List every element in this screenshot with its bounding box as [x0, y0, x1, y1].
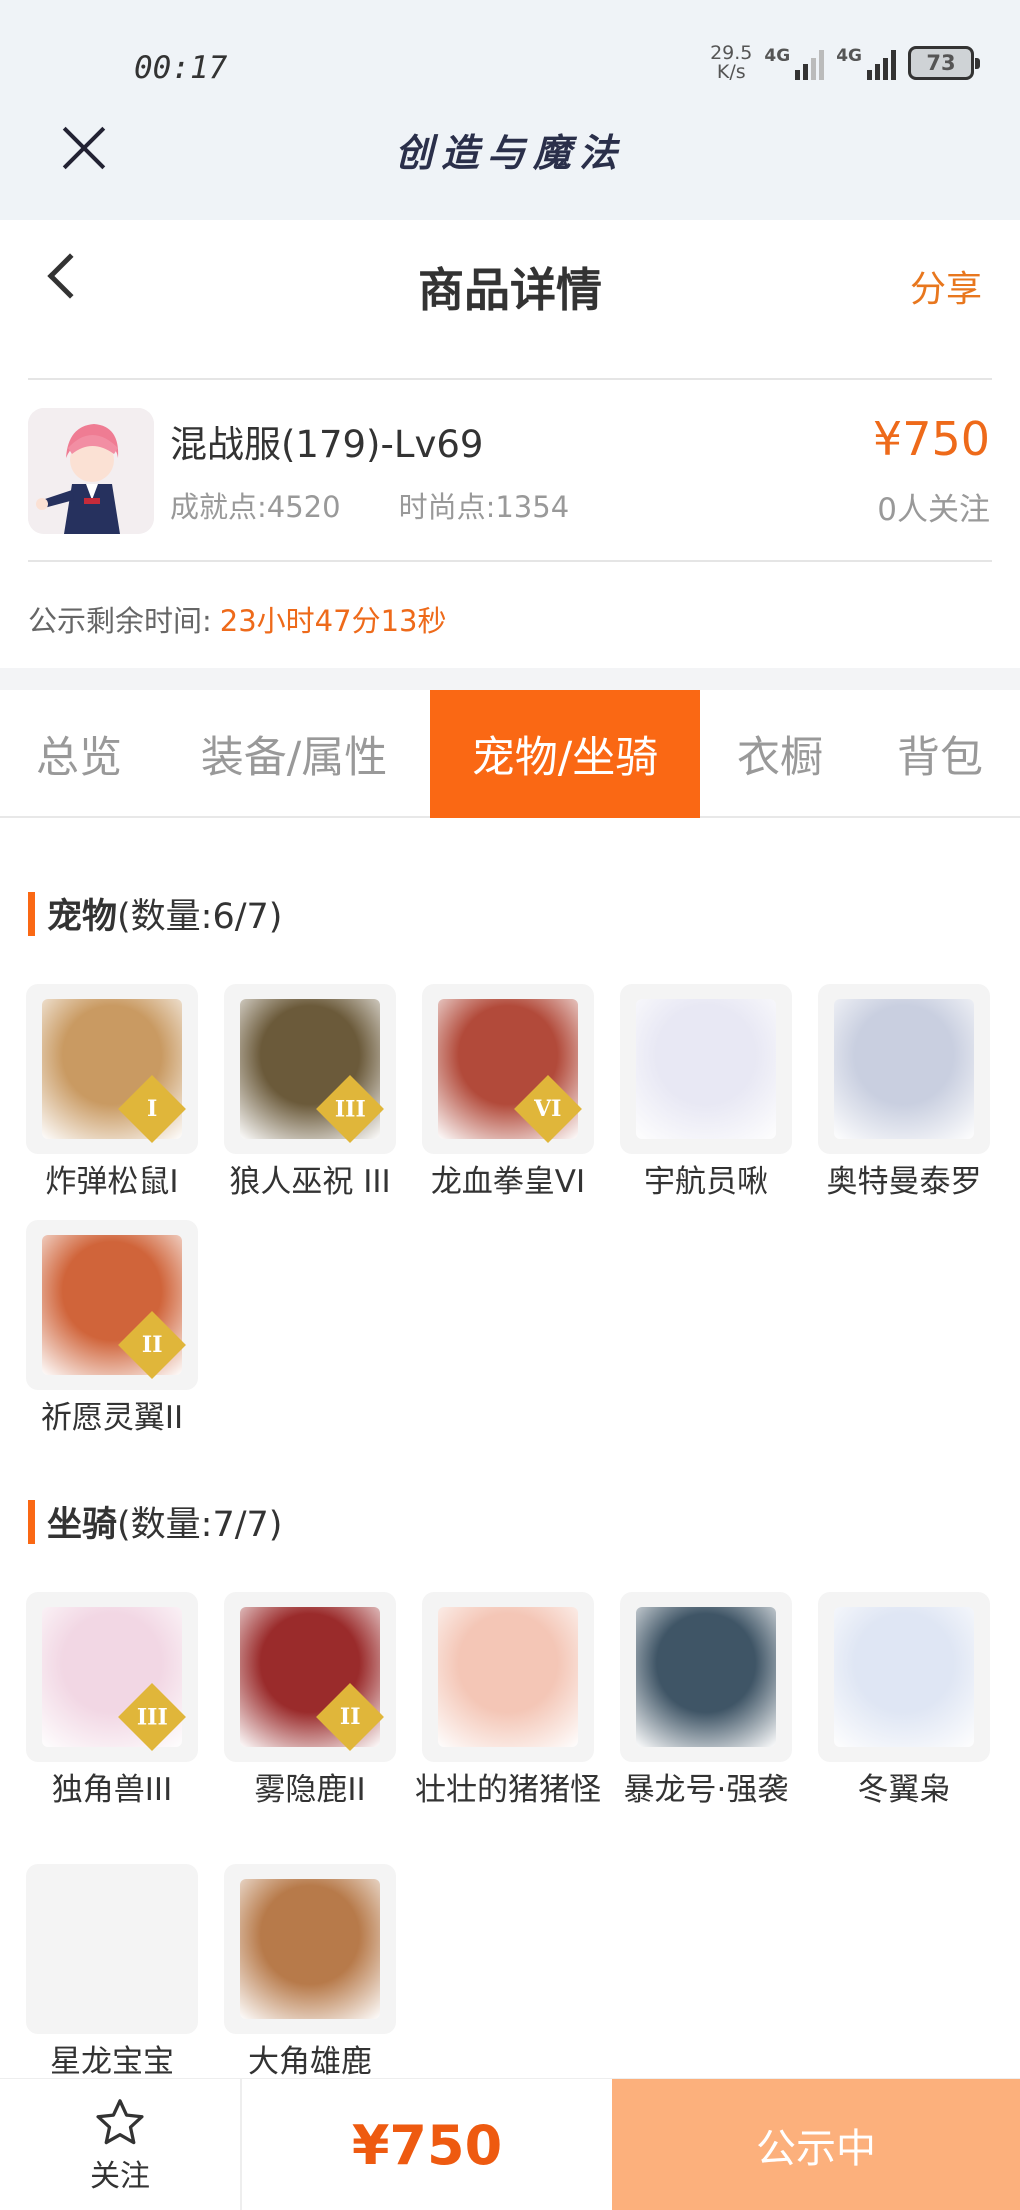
- divider: [28, 378, 992, 380]
- pets-section-title: 宠物 (数量:6/7): [28, 888, 282, 939]
- rank-badge: II: [316, 1683, 384, 1751]
- battery-icon: 73: [908, 46, 980, 80]
- rank-badge: III: [316, 1075, 384, 1143]
- mount-item[interactable]: 壮壮的猪猪怪: [415, 1592, 601, 1812]
- pet-item[interactable]: I 炸弹松鼠Ⅰ: [26, 984, 198, 1204]
- pet-item[interactable]: II 祈愿灵翼II: [26, 1220, 198, 1440]
- item-name: 雾隐鹿II: [254, 1772, 366, 1808]
- tab-overview[interactable]: 总览: [0, 690, 158, 818]
- item-name: 独角兽III: [51, 1772, 173, 1808]
- follower-count: 0人关注: [877, 492, 990, 528]
- follow-label: 关注: [90, 2159, 150, 2194]
- pet-item[interactable]: VI 龙血拳皇VI: [422, 984, 594, 1204]
- product-name: 混战服(179)-Lv69: [170, 423, 484, 466]
- pet-image: III: [224, 984, 396, 1154]
- mount-item[interactable]: II 雾隐鹿II: [224, 1592, 396, 1812]
- mount-image: [818, 1592, 990, 1762]
- mount-image: [422, 1592, 594, 1762]
- pet-image: [818, 984, 990, 1154]
- bottom-bar: 关注 ¥750 公示中: [0, 2078, 1020, 2210]
- mount-image: [224, 1864, 396, 2034]
- pet-image: VI: [422, 984, 594, 1154]
- tab-equipment[interactable]: 装备/属性: [158, 690, 430, 818]
- net-speed: 29.5 K/s: [710, 42, 753, 83]
- tab-bag[interactable]: 背包: [860, 690, 1020, 818]
- mounts-section-title: 坐骑 (数量:7/7): [28, 1496, 282, 1547]
- mount-item[interactable]: III 独角兽III: [26, 1592, 198, 1812]
- follow-button[interactable]: 关注: [0, 2079, 242, 2210]
- pet-image: II: [26, 1220, 198, 1390]
- status-icons: 29.5 K/s 4G 4G 73: [710, 42, 980, 83]
- achievement-points: 成就点:4520: [170, 490, 341, 524]
- mount-image: [26, 1864, 198, 2034]
- tab-pets-mounts[interactable]: 宠物/坐骑: [430, 690, 700, 818]
- character-avatar: [28, 408, 154, 534]
- pet-image: [620, 984, 792, 1154]
- item-name: 奥特曼泰罗: [826, 1164, 982, 1200]
- section-gap: [0, 668, 1020, 690]
- product-price: ¥750: [872, 412, 990, 466]
- bottom-price: ¥750: [351, 2113, 503, 2177]
- item-name: 炸弹松鼠Ⅰ: [45, 1164, 179, 1200]
- mount-item[interactable]: 大角雄鹿: [224, 1864, 396, 2084]
- mount-image: III: [26, 1592, 198, 1762]
- countdown-value: 23小时47分13秒: [219, 604, 447, 638]
- signal-icon: 4G: [836, 46, 896, 80]
- mount-item[interactable]: 星龙宝宝: [26, 1864, 198, 2084]
- share-button[interactable]: 分享: [910, 260, 982, 312]
- countdown: 公示剩余时间: 23小时47分13秒: [28, 598, 447, 640]
- rank-badge: II: [118, 1311, 186, 1379]
- mount-item[interactable]: 冬翼枭: [818, 1592, 990, 1812]
- countdown-label: 公示剩余时间:: [28, 604, 212, 638]
- item-name: 祈愿灵翼II: [40, 1400, 184, 1436]
- status-time: 00:17: [134, 50, 228, 86]
- pet-image: I: [26, 984, 198, 1154]
- app-header: 00:17 29.5 K/s 4G 4G 73 创造与魔法: [0, 0, 1020, 220]
- divider: [28, 560, 992, 562]
- status-button[interactable]: 公示中: [612, 2079, 1020, 2210]
- tab-wardrobe[interactable]: 衣橱: [700, 690, 860, 818]
- pet-item[interactable]: 宇航员啾: [620, 984, 792, 1204]
- mount-image: II: [224, 1592, 396, 1762]
- item-name: 暴龙号·强袭: [623, 1772, 789, 1808]
- signal-icon: 4G: [764, 46, 825, 80]
- item-name: 龙血拳皇VI: [430, 1164, 586, 1200]
- rank-badge: I: [118, 1075, 186, 1143]
- page-title: 商品详情: [418, 263, 602, 317]
- app-title: 创造与魔法: [394, 130, 625, 175]
- pet-item[interactable]: 奥特曼泰罗: [818, 984, 990, 1204]
- product-meta: 成就点:4520 时尚点:1354: [170, 484, 569, 526]
- page-header: 商品详情 分享: [0, 220, 1020, 378]
- mount-item[interactable]: 暴龙号·强袭: [620, 1592, 792, 1812]
- rank-badge: VI: [514, 1075, 582, 1143]
- item-name: 狼人巫祝 III: [229, 1164, 391, 1200]
- rank-badge: III: [118, 1683, 186, 1751]
- fashion-points: 时尚点:1354: [398, 490, 570, 524]
- item-name: 冬翼枭: [857, 1772, 951, 1808]
- item-name: 壮壮的猪猪怪: [415, 1772, 601, 1808]
- mount-image: [620, 1592, 792, 1762]
- item-name: 宇航员啾: [644, 1164, 768, 1200]
- tab-bar: 总览 装备/属性 宠物/坐骑 衣橱 背包: [0, 690, 1020, 818]
- pet-item[interactable]: III 狼人巫祝 III: [224, 984, 396, 1204]
- star-icon: [96, 2099, 144, 2145]
